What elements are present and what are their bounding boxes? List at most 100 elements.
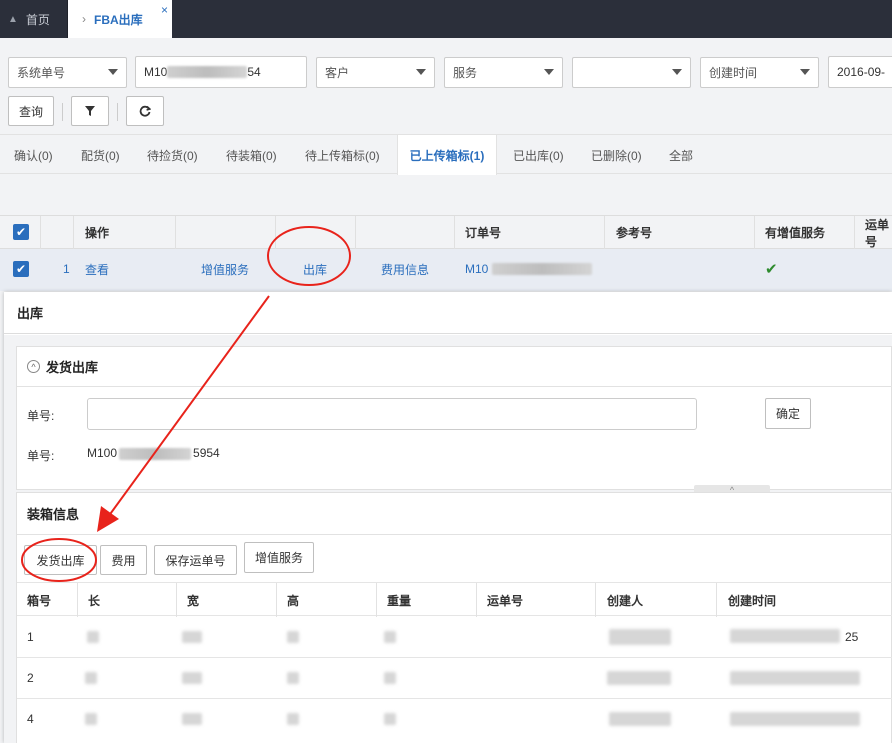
filter-icon (85, 106, 95, 116)
confirm-button[interactable]: 确定 (765, 398, 811, 429)
query-button[interactable]: 查询 (8, 96, 54, 126)
redacted-block (609, 629, 671, 645)
header-order-number: 订单号 (465, 226, 502, 240)
caret-down-icon (416, 69, 426, 75)
status-tab-all[interactable]: 全部 (669, 135, 693, 175)
status-tab-to-upload-label[interactable]: 待上传箱标(0) (305, 135, 380, 175)
modal-body: ^ 发货出库 单号: 确定 单号: M100 5954 ^ 装箱信息 发货出库 (4, 335, 892, 743)
table-row: ✔ 1 查看 增值服务 出库 费用信息 M10 ✔ (0, 249, 892, 291)
order-number-prefix: M100 (87, 446, 118, 460)
order-number-value: M100 5954 (87, 446, 220, 460)
column-divider (275, 216, 276, 249)
customer-select[interactable]: 客户 (316, 57, 435, 88)
date-input[interactable]: 2016-09- (828, 56, 892, 88)
home-icon: ▲ (8, 13, 18, 25)
refresh-button[interactable] (126, 96, 164, 126)
box-number: 1 (27, 630, 34, 644)
order-number-prefix: M10 (144, 65, 168, 79)
scan-order-input[interactable] (87, 398, 697, 430)
outbound-link[interactable]: 出库 (303, 249, 327, 289)
status-tab-shipped[interactable]: 已出库(0) (513, 135, 564, 175)
column-divider (476, 583, 477, 617)
status-tab-to-pick[interactable]: 待捡货(0) (147, 135, 198, 175)
redacted-block (167, 66, 248, 78)
created-time-tail: 25 (845, 630, 859, 644)
ship-panel-title: 发货出库 (46, 360, 99, 375)
collapse-up-icon[interactable]: ^ (27, 360, 40, 373)
box-number: 4 (27, 712, 34, 726)
date-field-value: 创建时间 (709, 66, 758, 80)
redacted-block (85, 672, 97, 684)
box-number: 2 (27, 671, 34, 685)
redacted-block (607, 671, 671, 685)
column-divider (40, 216, 41, 249)
header-width: 宽 (187, 593, 200, 608)
service-select[interactable]: 服务 (444, 57, 563, 88)
column-divider (754, 216, 755, 249)
status-tab-uploaded-label[interactable]: 已上传箱标(1) (397, 135, 497, 175)
select-all-checkbox[interactable]: ✔ (13, 224, 29, 240)
row-checkbox[interactable]: ✔ (13, 261, 29, 277)
value-added-button-label: 增值服务 (254, 551, 303, 565)
order-number-label: 单号: (27, 409, 55, 423)
save-tracking-button[interactable]: 保存运单号 (154, 545, 237, 575)
redacted-block (287, 672, 299, 684)
view-link[interactable]: 查看 (85, 249, 109, 289)
status-tab-confirm[interactable]: 确认(0) (14, 135, 53, 175)
order-number-link[interactable]: M10 (465, 249, 593, 289)
redacted-block (287, 713, 299, 725)
date-value: 2016-09- (837, 65, 886, 79)
column-divider (175, 216, 176, 249)
tab-fba-outbound[interactable]: › FBA出库 × (68, 0, 172, 38)
redacted-block (730, 712, 860, 726)
column-divider (854, 216, 855, 249)
field-type-select[interactable]: 系统单号 (8, 57, 127, 88)
status-tab-to-pack[interactable]: 待装箱(0) (226, 135, 277, 175)
order-number-input[interactable]: M10 54 (135, 56, 307, 88)
date-field-select[interactable]: 创建时间 (700, 57, 819, 88)
value-added-button[interactable]: 增值服务 (244, 542, 314, 573)
column-divider (355, 216, 356, 249)
status-tab-bar: 确认(0) 配货(0) 待捡货(0) 待装箱(0) 待上传箱标(0) 已上传箱标… (0, 134, 892, 175)
outbound-modal: 出库 ^ 发货出库 单号: 确定 单号: M100 5954 ^ 装箱信息 发货… (4, 292, 892, 743)
ship-outbound-button[interactable]: 发货出库 (24, 545, 97, 575)
confirm-button-label: 确定 (775, 407, 800, 421)
header-creator: 创建人 (607, 593, 644, 608)
redacted-block (182, 713, 202, 725)
field-type-value: 系统单号 (17, 66, 66, 80)
redacted-block (287, 631, 299, 643)
header-reference-number: 参考号 (616, 226, 653, 240)
top-tab-bar: ▲ 首页 › FBA出库 × (0, 0, 892, 38)
row-index: 1 (63, 262, 70, 276)
box-table-row: 4 (17, 699, 892, 740)
column-divider (276, 583, 277, 617)
status-tab-allocate[interactable]: 配货(0) (81, 135, 120, 175)
toolbar-divider (62, 103, 63, 121)
column-divider (376, 583, 377, 617)
value-added-link[interactable]: 增值服务 (201, 249, 249, 289)
ship-outbound-button-label: 发货出库 (36, 553, 85, 568)
customer-placeholder: 客户 (325, 66, 350, 80)
caret-down-icon (544, 69, 554, 75)
box-panel-header: 装箱信息 (17, 493, 892, 535)
filter-button[interactable] (71, 96, 109, 126)
redacted-block (87, 631, 99, 643)
fee-info-link[interactable]: 费用信息 (381, 249, 429, 289)
header-created-time: 创建时间 (728, 593, 777, 608)
box-info-panel: 装箱信息 发货出库 费用 保存运单号 增值服务 箱号 长 宽 高 重量 运单号 … (16, 492, 892, 743)
close-tab-icon[interactable]: × (161, 3, 168, 17)
blank-select[interactable] (572, 57, 691, 88)
box-table-row: 1 25 (17, 617, 892, 658)
ship-panel-header[interactable]: ^ 发货出库 (17, 347, 892, 387)
save-tracking-button-label: 保存运单号 (165, 553, 226, 568)
tab-home[interactable]: ▲ 首页 (0, 0, 68, 38)
service-placeholder: 服务 (453, 66, 478, 80)
redacted-block (119, 447, 192, 460)
fee-button[interactable]: 费用 (100, 545, 147, 575)
tab-fba-outbound-label: FBA出库 (94, 12, 143, 27)
query-button-label: 查询 (18, 104, 43, 119)
header-tracking-number: 运单号 (487, 593, 524, 608)
column-divider (595, 583, 596, 617)
status-tab-deleted[interactable]: 已删除(0) (591, 135, 642, 175)
column-divider (176, 583, 177, 617)
